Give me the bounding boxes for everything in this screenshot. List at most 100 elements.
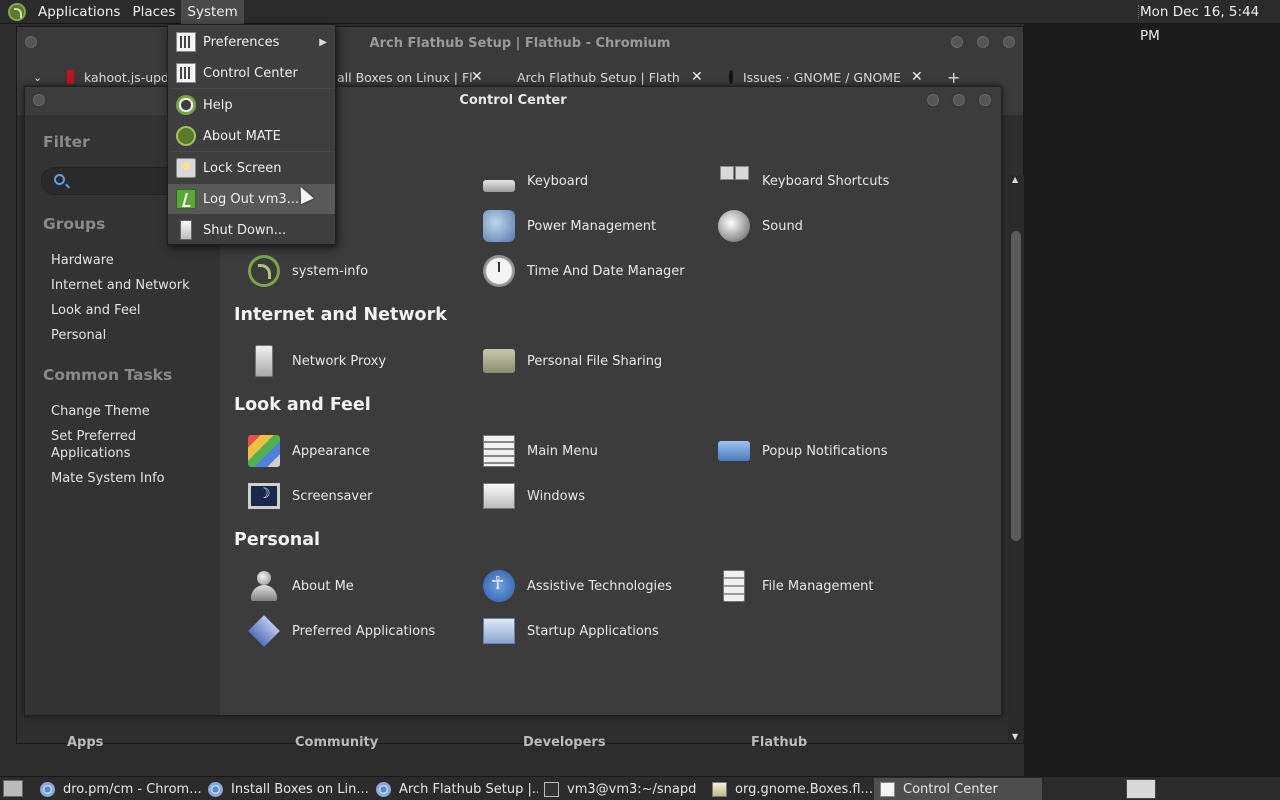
item-time-and-date[interactable]: Time And Date Manager	[483, 253, 685, 289]
item-about-me[interactable]: About Me	[248, 568, 354, 604]
system-menu: Preferences ▶ Control Center Help About …	[167, 24, 336, 245]
maximize-icon[interactable]	[975, 34, 991, 50]
footer-developers[interactable]: Developers	[523, 735, 606, 750]
proxy-icon	[255, 345, 273, 377]
footer-community[interactable]: Community	[295, 735, 378, 750]
chromium-icon	[40, 781, 55, 797]
menu-places[interactable]: Places	[126, 0, 181, 24]
close-icon[interactable]	[1001, 34, 1017, 50]
mate-icon	[176, 126, 196, 146]
menu-separator	[172, 151, 331, 152]
item-assistive-technologies[interactable]: Assistive Technologies	[483, 568, 672, 604]
page-scrollbar[interactable]: ▲ ▼	[1008, 175, 1024, 741]
log-out-icon	[176, 189, 196, 209]
group-look-and-feel[interactable]: Look and Feel	[51, 302, 211, 319]
shut-down-icon	[180, 220, 192, 240]
scroll-up-icon[interactable]: ▲	[1012, 175, 1018, 184]
item-screensaver[interactable]: Screensaver	[248, 478, 372, 514]
footer-flathub[interactable]: Flathub	[751, 735, 807, 750]
item-preferred-applications[interactable]: Preferred Applications	[248, 613, 435, 649]
show-desktop-icon[interactable]	[3, 780, 23, 797]
panel-clock[interactable]: Mon Dec 16, 5:44 PM	[1140, 0, 1280, 44]
appearance-icon	[248, 435, 280, 467]
item-system-info[interactable]: system-info	[248, 253, 368, 289]
power-icon	[483, 210, 515, 242]
main-menu-icon	[483, 435, 515, 467]
item-file-management[interactable]: File Management	[718, 568, 874, 604]
footer-apps[interactable]: Apps	[67, 735, 103, 750]
item-popup-notifications[interactable]: Popup Notifications	[718, 433, 888, 469]
menu-item-help[interactable]: Help	[168, 90, 335, 120]
common-tasks-heading: Common Tasks	[43, 366, 173, 384]
menu-item-shut-down[interactable]: Shut Down...	[168, 215, 335, 245]
task-change-theme[interactable]: Change Theme	[51, 403, 211, 420]
accessibility-icon	[483, 570, 515, 602]
chromium-icon	[208, 781, 223, 797]
control-center-icon	[176, 63, 196, 83]
menu-system[interactable]: System	[181, 0, 244, 24]
item-keyboard-shortcuts[interactable]: Keyboard Shortcuts	[718, 163, 889, 199]
clock-icon	[483, 255, 515, 287]
taskbar-item-control-center[interactable]: Control Center	[874, 778, 1042, 800]
taskbar-item-arch-flathub[interactable]: Arch Flathub Setup |...	[370, 778, 538, 800]
close-icon[interactable]	[977, 92, 993, 108]
group-internet-and-network[interactable]: Internet and Network	[51, 277, 211, 294]
search-icon	[54, 174, 65, 185]
section-internet-and-network: Internet and Network	[234, 305, 447, 325]
sound-icon	[718, 210, 750, 242]
kahoot-favicon-icon	[67, 70, 74, 84]
gnome-favicon-icon	[729, 70, 733, 84]
bottom-taskbar: dro.pm/cm - Chrom... Install Boxes on Li…	[0, 776, 1280, 800]
item-keyboard[interactable]: Keyboard	[483, 163, 588, 199]
scrollbar-thumb[interactable]	[1011, 231, 1021, 541]
taskbar-item-text-editor[interactable]: org.gnome.Boxes.fl...	[706, 778, 874, 800]
groups-heading: Groups	[43, 215, 106, 233]
taskbar-item-dro-pm[interactable]: dro.pm/cm - Chrom...	[34, 778, 202, 800]
item-power-management[interactable]: Power Management	[483, 208, 656, 244]
item-personal-file-sharing[interactable]: Personal File Sharing	[483, 343, 662, 379]
task-mate-system-info[interactable]: Mate System Info	[51, 470, 211, 487]
task-set-preferred-applications[interactable]: Set Preferred Applications	[51, 428, 161, 462]
taskbar-item-terminal[interactable]: vm3@vm3:~/snapd	[538, 778, 706, 800]
folder-share-icon	[483, 349, 515, 373]
menu-separator	[172, 88, 331, 89]
keyboard-icon	[483, 180, 515, 192]
desktop-area	[1024, 24, 1280, 776]
tab-label: Issues · GNOME / GNOME	[742, 69, 901, 85]
section-personal: Personal	[234, 530, 321, 550]
menu-item-about-mate[interactable]: About MATE	[168, 121, 335, 151]
filter-heading: Filter	[43, 133, 90, 151]
help-icon	[176, 95, 196, 115]
minimize-icon[interactable]	[925, 92, 941, 108]
control-center-icon	[880, 781, 895, 797]
scroll-down-icon[interactable]: ▼	[1012, 732, 1018, 741]
chromium-icon	[376, 781, 391, 797]
about-me-icon	[248, 570, 280, 602]
lock-screen-icon	[176, 158, 196, 178]
text-editor-icon	[712, 781, 727, 797]
item-startup-applications[interactable]: Startup Applications	[483, 613, 659, 649]
menu-item-preferences[interactable]: Preferences ▶	[168, 27, 335, 57]
menu-item-control-center[interactable]: Control Center	[168, 58, 335, 88]
preferred-apps-icon	[248, 615, 280, 647]
item-network-proxy[interactable]: Network Proxy	[248, 343, 386, 379]
maximize-icon[interactable]	[951, 92, 967, 108]
tab-label: Arch Flathub Setup | Flath	[517, 69, 679, 85]
system-info-icon	[248, 255, 280, 287]
item-windows[interactable]: Windows	[483, 478, 585, 514]
tab-label: all Boxes on Linux | Fl	[337, 69, 473, 85]
item-sound[interactable]: Sound	[718, 208, 803, 244]
minimize-icon[interactable]	[949, 34, 965, 50]
mate-logo-icon[interactable]	[8, 2, 26, 21]
top-panel: Applications Places System Mon Dec 16, 5…	[0, 0, 1280, 44]
taskbar-item-install-boxes[interactable]: Install Boxes on Lin...	[202, 778, 370, 800]
tab-label: kahoot.js-upd	[83, 69, 169, 85]
menu-applications[interactable]: Applications	[32, 0, 126, 24]
group-hardware[interactable]: Hardware	[51, 252, 211, 269]
window-menu-icon[interactable]	[23, 34, 39, 50]
item-appearance[interactable]: Appearance	[248, 433, 370, 469]
group-personal[interactable]: Personal	[51, 327, 211, 344]
item-main-menu[interactable]: Main Menu	[483, 433, 598, 469]
menu-item-lock-screen[interactable]: Lock Screen	[168, 153, 335, 183]
workspace-switcher-icon[interactable]	[1126, 779, 1156, 799]
